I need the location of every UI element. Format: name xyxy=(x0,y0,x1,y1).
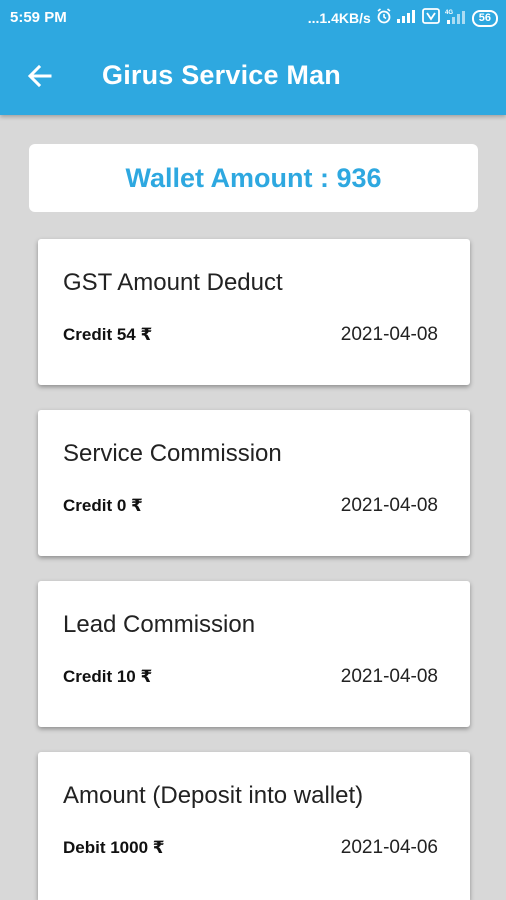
volte-icon xyxy=(421,8,440,28)
status-icons: ...1.4KB/s 4G 56 xyxy=(308,8,498,28)
transaction-date: 2021-04-08 xyxy=(340,495,438,516)
alarm-icon xyxy=(376,8,392,28)
arrow-left-icon xyxy=(27,64,52,88)
page-title: Girus Service Man xyxy=(102,60,342,90)
transaction-card[interactable]: Service Commission Credit 0 ₹ 2021-04-08 xyxy=(38,410,470,556)
app-bar: 5:59 PM ...1.4KB/s 4G 56 Girus Service M… xyxy=(0,0,506,115)
transaction-card[interactable]: GST Amount Deduct Credit 54 ₹ 2021-04-08 xyxy=(38,239,470,385)
signal-icon xyxy=(396,9,417,27)
wallet-card: Wallet Amount : 936 xyxy=(29,144,478,212)
transaction-title: GST Amount Deduct xyxy=(63,269,283,296)
back-button[interactable] xyxy=(22,58,58,94)
transaction-date: 2021-04-06 xyxy=(340,837,438,858)
signal-4g-icon: 4G xyxy=(445,8,467,28)
transaction-date: 2021-04-08 xyxy=(340,324,438,345)
status-bar: 5:59 PM ...1.4KB/s 4G 56 xyxy=(0,0,506,36)
transaction-amount: Credit 0 ₹ xyxy=(63,496,143,515)
status-time: 5:59 PM xyxy=(10,9,67,26)
svg-text:4G: 4G xyxy=(445,10,453,16)
transaction-title: Lead Commission xyxy=(63,611,256,638)
transaction-amount: Credit 54 ₹ xyxy=(63,325,153,344)
network-speed: ...1.4KB/s xyxy=(307,10,371,26)
transaction-amount: Debit 1000 ₹ xyxy=(63,838,165,857)
transaction-title: Service Commission xyxy=(63,440,282,467)
battery-indicator: 56 xyxy=(471,9,498,27)
wallet-amount: Wallet Amount : 936 xyxy=(125,162,382,193)
transaction-date: 2021-04-08 xyxy=(340,666,438,687)
transaction-title: Amount (Deposit into wallet) xyxy=(63,782,364,809)
transaction-card[interactable]: Amount (Deposit into wallet) Debit 1000 … xyxy=(38,752,470,900)
transaction-card[interactable]: Lead Commission Credit 10 ₹ 2021-04-08 xyxy=(38,581,470,727)
transaction-amount: Credit 10 ₹ xyxy=(63,667,153,686)
